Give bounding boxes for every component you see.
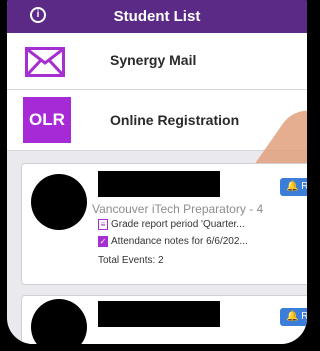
redacted-name — [98, 301, 220, 327]
olr-icon: OLR — [23, 97, 71, 143]
menu-item-online-registration[interactable]: OLR Online Registration — [7, 90, 307, 151]
event-text: Attendance notes for 6/6/202... — [111, 236, 248, 248]
checkbox-icon: ✓ — [98, 236, 108, 247]
bell-button[interactable]: 🔔 R — [280, 178, 307, 196]
page-title: Student List — [113, 8, 201, 25]
avatar — [31, 174, 87, 230]
bell-button-label: R — [301, 311, 307, 322]
menu-item-label: Online Registration — [110, 112, 240, 128]
mail-icon — [25, 47, 65, 77]
phone-screen: i Student List Synergy Mail OLR Online R… — [7, 0, 307, 344]
total-events: Total Events: 2 — [98, 255, 164, 266]
menu-item-label: Synergy Mail — [110, 52, 197, 68]
event-item[interactable]: ≡ Grade report period 'Quarter... — [98, 219, 307, 230]
menu-item-synergy-mail[interactable]: Synergy Mail — [7, 33, 307, 90]
bell-button-label: R — [301, 181, 307, 192]
school-name: Vancouver iTech Preparatory - 4 — [92, 202, 264, 216]
redacted-name — [98, 171, 220, 197]
header-bar: i Student List — [7, 0, 307, 33]
student-card[interactable]: 🔔 R Vancouver iTech Preparatory - 4 ≡ Gra… — [21, 163, 307, 285]
student-card[interactable]: 🔔 R — [21, 295, 307, 344]
avatar — [31, 299, 87, 344]
grade-report-icon: ≡ — [98, 219, 108, 230]
event-item[interactable]: ✓ Attendance notes for 6/6/202... — [98, 236, 307, 247]
event-text: Grade report period 'Quarter... — [111, 219, 245, 231]
bell-button[interactable]: 🔔 R — [280, 308, 307, 326]
